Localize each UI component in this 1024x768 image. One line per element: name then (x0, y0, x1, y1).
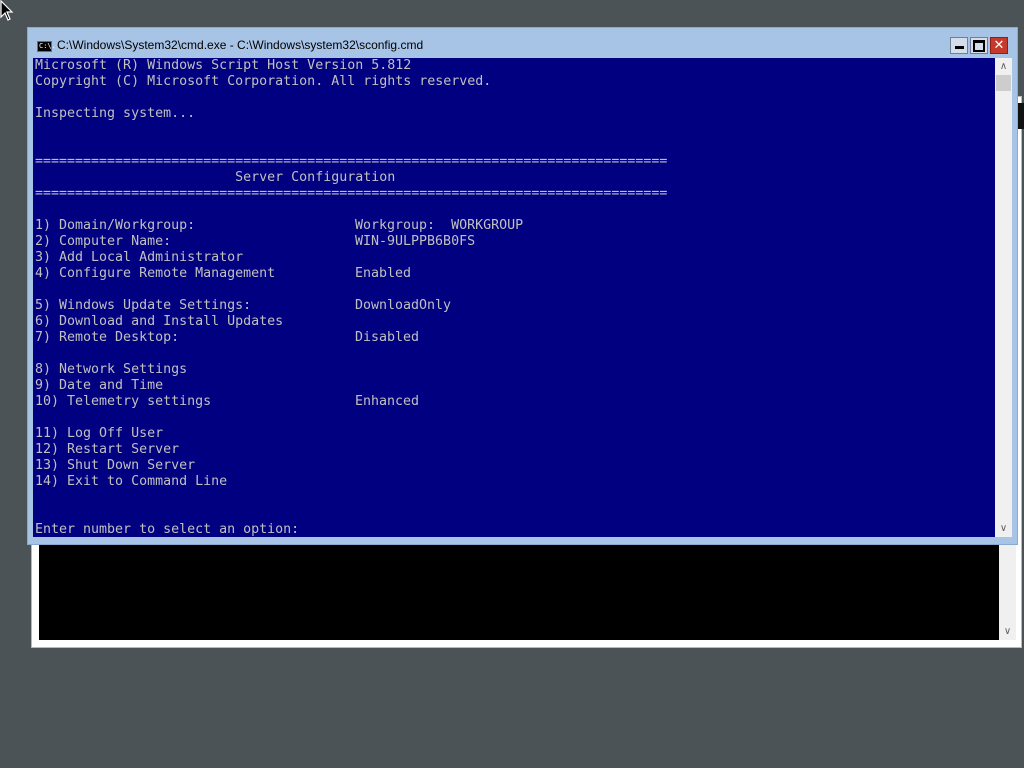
close-button[interactable]: ✕ (990, 37, 1008, 54)
menu-option-value: DownloadOnly (355, 298, 452, 313)
menu-option-label: 4) Configure Remote Management (35, 266, 276, 281)
menu-option: 7) Remote Desktop: Disabled (35, 330, 667, 346)
console-header-line: ========================================… (35, 186, 668, 201)
cmd-window[interactable]: C:\. C:\Windows\System32\cmd.exe - C:\Wi… (27, 27, 1018, 545)
menu-option: 3) Add Local Administrator (35, 250, 667, 266)
menu-option (35, 506, 667, 522)
menu-option (35, 410, 667, 426)
menu-option: 2) Computer Name: WIN-9ULPPB6B0FS (35, 234, 667, 250)
scroll-up-icon[interactable]: ∧ (995, 58, 1012, 75)
menu-option-label: 2) Computer Name: (35, 234, 172, 249)
console-header-line: Copyright (C) Microsoft Corporation. All… (35, 74, 492, 89)
menu-option: 8) Network Settings (35, 362, 667, 378)
menu-option: 12) Restart Server (35, 442, 667, 458)
menu-option-label: 7) Remote Desktop: (35, 330, 180, 345)
menu-option-label: 9) Date and Time (35, 378, 164, 393)
console-header-line (35, 122, 667, 138)
menu-option-label: 11) Log Off User (35, 426, 164, 441)
minimize-icon (954, 46, 964, 49)
menu-option-label: 5) Windows Update Settings: (35, 298, 252, 313)
menu-option-label: 13) Shut Down Server (35, 458, 196, 473)
console-output[interactable]: Microsoft (R) Windows Script Host Versio… (33, 58, 995, 537)
menu-option: 1) Domain/Workgroup: Workgroup: WORKGROUP (35, 218, 667, 234)
scroll-down-icon[interactable]: ∨ (999, 623, 1016, 640)
menu-option-value: WIN-9ULPPB6B0FS (355, 234, 476, 249)
console-header-line (35, 90, 667, 106)
menu-option (35, 282, 667, 298)
mouse-cursor-icon (0, 0, 14, 21)
menu-option-label: 14) Exit to Command Line (35, 474, 228, 489)
console-header-line: Microsoft (R) Windows Script Host Versio… (35, 58, 412, 73)
menu-option-value: Enhanced (355, 394, 420, 409)
title-bar[interactable]: C:\. C:\Windows\System32\cmd.exe - C:\Wi… (28, 28, 1017, 58)
scroll-thumb[interactable] (996, 75, 1011, 91)
menu-option-label: 3) Add Local Administrator (35, 250, 244, 265)
menu-option-value: Workgroup: WORKGROUP (355, 218, 524, 233)
background-console (39, 544, 999, 640)
menu-option-label: 1) Domain/Workgroup: (35, 218, 196, 233)
console-icon: C:\. (37, 41, 56, 52)
menu-option: 9) Date and Time (35, 378, 667, 394)
maximize-icon (973, 39, 985, 52)
menu-option: 10) Telemetry settings Enhanced (35, 394, 667, 410)
menu-option-label: 10) Telemetry settings (35, 394, 212, 409)
maximize-button[interactable] (970, 37, 988, 54)
console-lines: Microsoft (R) Windows Script Host Versio… (35, 58, 667, 537)
console-header-line (35, 202, 667, 218)
console-header-line: Server Configuration (35, 170, 396, 185)
console-header-line (35, 138, 667, 154)
menu-option (35, 490, 667, 506)
window-title: C:\Windows\System32\cmd.exe - C:\Windows… (57, 38, 424, 52)
menu-option: 5) Windows Update Settings: DownloadOnly (35, 298, 667, 314)
command-prompt[interactable]: Enter number to select an option: (35, 522, 667, 537)
menu-option-label: 6) Download and Install Updates (35, 314, 284, 329)
menu-option: 4) Configure Remote Management Enabled (35, 266, 667, 282)
menu-option-label: 8) Network Settings (35, 362, 188, 377)
menu-option: 11) Log Off User (35, 426, 667, 442)
menu-option: 14) Exit to Command Line (35, 474, 667, 490)
menu-option-label: 12) Restart Server (35, 442, 180, 457)
menu-option-value: Disabled (355, 330, 420, 345)
background-scrollbar[interactable]: ∨ (999, 544, 1016, 640)
minimize-button[interactable] (950, 37, 968, 54)
menu-option: 13) Shut Down Server (35, 458, 667, 474)
menu-option-value: Enabled (355, 266, 412, 281)
menu-option (35, 346, 667, 362)
console-header-line: Inspecting system... (35, 106, 196, 121)
scroll-down-icon[interactable]: ∨ (995, 520, 1012, 537)
vertical-scrollbar[interactable]: ∧ ∨ (995, 58, 1012, 537)
close-icon: ✕ (993, 38, 1005, 53)
background-edge (1018, 103, 1024, 129)
menu-option: 6) Download and Install Updates (35, 314, 667, 330)
console-header-line: ========================================… (35, 154, 668, 169)
